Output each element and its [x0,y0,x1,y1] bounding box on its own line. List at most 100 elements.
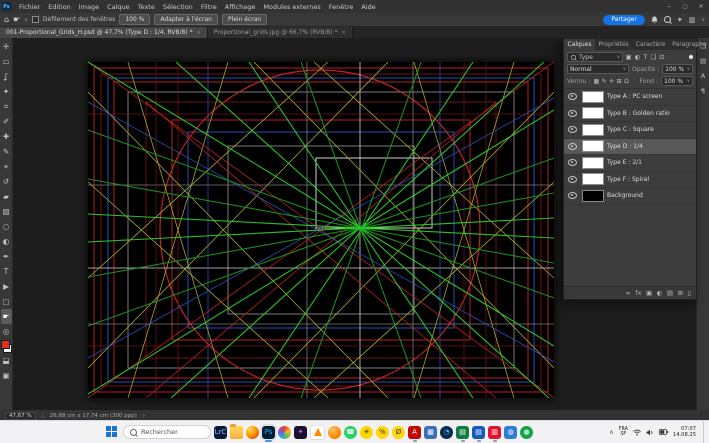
menu-fen-tre[interactable]: Fenêtre [325,3,358,11]
tool-preset-chevron-icon[interactable]: ∨ [24,17,28,23]
foreground-color[interactable] [1,340,10,349]
layer-search-field[interactable]: Type ∨ [567,52,623,62]
fit-screen-button[interactable]: Adapter à l'écran [154,14,218,25]
scroll-all-windows-checkbox[interactable] [32,16,39,23]
tray-overflow-chevron-icon[interactable]: ∧ [609,429,613,436]
menu-edition[interactable]: Edition [44,3,75,11]
menu-affichage[interactable]: Affichage [221,3,260,11]
crop-tool[interactable]: ⌗ [1,99,12,114]
dock-character-icon[interactable]: A [701,72,705,80]
filter-toggle[interactable] [689,55,693,59]
filter-type-layers-icon[interactable]: T [643,53,647,61]
zoom-tool[interactable]: ◎ [1,324,12,339]
new-group-icon[interactable]: ▤ [667,289,673,297]
wifi-icon[interactable] [633,429,641,436]
history-brush-tool[interactable]: ↺ [1,174,12,189]
lock-paint-icon[interactable]: ✎ [602,78,607,85]
taskbar-app-photoshop[interactable]: Ps [262,426,275,439]
lasso-tool[interactable]: ʆ [1,69,12,84]
taskbar-app-photos[interactable] [278,426,291,439]
menu-fichier[interactable]: Fichier [15,3,44,11]
taskbar-app-firefox[interactable] [246,426,259,439]
add-layer-mask-icon[interactable]: ▣ [646,289,652,297]
show-desktop-button[interactable] [703,421,706,443]
menu-filtre[interactable]: Filtre [197,3,221,11]
screen-mode-tool[interactable]: ▣ [1,368,12,383]
clone-stamp-tool[interactable]: ⌖ [1,159,12,174]
taskbar-app-word[interactable]: ▤ [472,426,485,439]
workspace-chevron-icon[interactable]: ∨ [701,17,705,23]
taskbar-app-purple-app[interactable]: ✦ [294,426,307,439]
blend-mode-select[interactable]: Normal ∨ [567,64,629,74]
taskbar-app-green-circle-app[interactable]: ● [520,426,533,439]
close-tab-icon[interactable]: ✕ [341,30,345,36]
document-tab-jpg[interactable]: Proportional_grids.jpg @ 66,7% (RVB/8) *… [208,27,353,38]
layer-row[interactable]: Type B : Golden ratio [564,106,696,123]
quick-mask-tool[interactable]: ⬓ [1,353,12,368]
dodge-tool[interactable]: ◐ [1,234,12,249]
visibility-eye-icon[interactable] [568,192,577,199]
start-button[interactable] [106,426,118,438]
zoom-level-field[interactable]: 47,67 % [5,412,36,420]
taskbar-app-acrobat[interactable]: A [408,426,421,439]
dock-paragraph-icon[interactable]: ¶ [701,87,705,95]
minimize-button[interactable]: ─ [661,0,677,13]
filter-pixel-layers-icon[interactable]: ▣ [626,53,632,61]
blur-tool[interactable]: ○ [1,219,12,234]
opacity-field[interactable]: 100 % ∨ [662,64,693,74]
eraser-tool[interactable]: ▰ [1,189,12,204]
home-icon[interactable]: ⌂ [4,15,9,24]
marquee-tool[interactable]: ▭ [1,54,12,69]
visibility-eye-icon[interactable] [568,176,577,183]
tab-calques[interactable]: Calques [564,39,595,50]
layer-row[interactable]: Type C : Square [564,122,696,139]
dock-libraries-icon[interactable]: ▤ [700,57,706,65]
move-tool[interactable]: ✛ [1,39,12,54]
taskbar-app-dark-circle-app[interactable]: ◔ [440,426,453,439]
visibility-eye-icon[interactable] [568,143,577,150]
maximize-button[interactable]: ▢ [677,0,693,13]
brush-tool[interactable]: ✎ [1,144,12,159]
gradient-tool[interactable]: ▨ [1,204,12,219]
status-expand-icon[interactable]: › [143,413,145,419]
path-select-tool[interactable]: ▶ [1,279,12,294]
menu-calque[interactable]: Calque [103,3,134,11]
link-layers-icon[interactable]: ∞ [625,289,630,297]
taskbar-app-excel[interactable]: ▤ [456,426,469,439]
volume-icon[interactable] [646,429,654,436]
pen-tool[interactable]: ✒ [1,249,12,264]
taskbar-app-red-app[interactable]: ▥ [488,426,501,439]
layer-row[interactable]: Type A : PC screen [564,89,696,106]
taskbar-app-orange-ball-app[interactable] [328,426,341,439]
delete-layer-icon[interactable]: ▯ [687,289,691,297]
eyedropper-tool[interactable]: ✐ [1,114,12,129]
menu-modules-externes[interactable]: Modules externes [259,3,324,11]
healing-tool[interactable]: ✚ [1,129,12,144]
lock-transparency-icon[interactable]: ▦ [593,78,599,85]
new-adjustment-layer-icon[interactable]: ◐ [657,289,663,297]
close-button[interactable]: ✕ [693,0,709,13]
layer-row[interactable]: Type E : 2/1 [564,155,696,172]
lock-all-icon[interactable]: Ω [624,78,629,85]
filter-smart-objects-icon[interactable]: ⊡ [659,53,664,61]
hand-tool[interactable]: ☛ [1,309,12,324]
fill-field[interactable]: 100 % ∨ [661,76,693,86]
taskbar-app-lightroom[interactable]: LrC [214,426,227,439]
zoom-100-button[interactable]: 100 % [119,14,150,25]
taskbar-app-whatsapp[interactable]: ☎ [344,426,357,439]
tab-caractere[interactable]: Caractère [632,39,668,50]
layer-row[interactable]: Background [564,188,696,205]
taskbar-app-yellow-app-1[interactable]: ✳ [360,426,373,439]
document-canvas[interactable] [88,62,554,398]
layer-row[interactable]: Type D : 1/4 [564,139,696,156]
lock-position-icon[interactable]: ✛ [609,78,614,85]
workspace-layout-icon[interactable]: ▥ [689,16,696,24]
share-button[interactable]: Partager [603,15,645,25]
document-tab-psd[interactable]: 001-Proportional_Grids_H.psd @ 47,7% (Ty… [0,27,208,38]
object-selection-tool[interactable]: ✦ [1,84,12,99]
visibility-eye-icon[interactable] [568,159,577,166]
taskbar-app-yellow-app-2[interactable]: % [376,426,389,439]
battery-icon[interactable] [659,429,668,435]
menu-texte[interactable]: Texte [134,3,159,11]
lock-artboard-icon[interactable]: ⊞ [617,78,622,85]
